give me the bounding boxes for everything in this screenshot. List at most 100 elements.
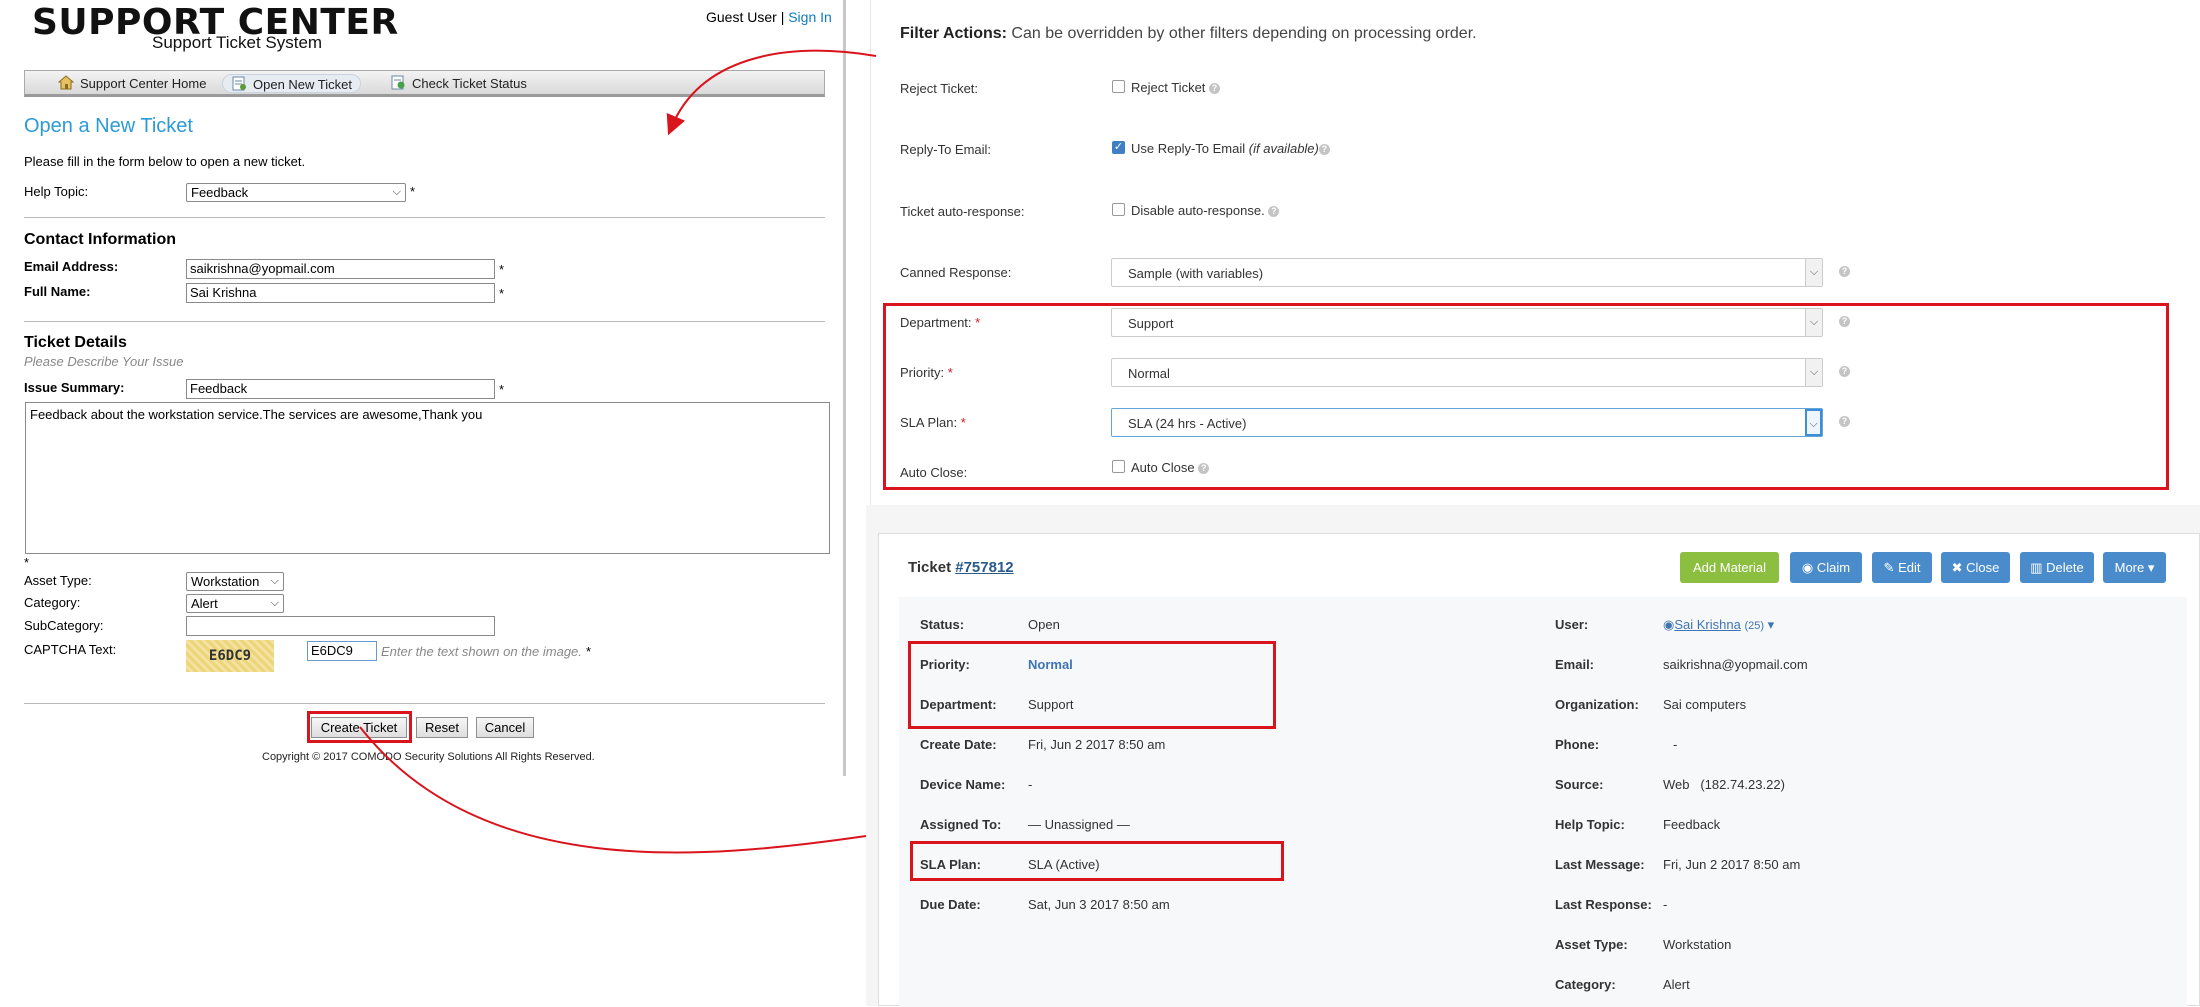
last-response-key: Last Response: xyxy=(1555,897,1652,912)
divider xyxy=(24,321,825,322)
subcategory-field[interactable] xyxy=(186,616,495,636)
asset-type-value: Workstation xyxy=(1663,937,1732,952)
reply-cb-label: Use Reply-To Email (if available)? xyxy=(1131,141,1330,156)
organization-key: Organization: xyxy=(1555,697,1639,712)
intro-text: Please fill in the form below to open a … xyxy=(24,154,306,169)
ticket-title: Ticket #757812 xyxy=(908,559,1014,576)
source-value: Web (182.74.23.22) xyxy=(1663,777,1785,792)
ticket-panel: Ticket #757812 Add Material ◉ Claim ✎ Ed… xyxy=(866,505,2200,1007)
add-material-button[interactable]: Add Material xyxy=(1680,552,1779,583)
captcha-image: E6DC9 xyxy=(186,640,274,672)
help-topic-select[interactable]: Feedback ⌵ xyxy=(186,183,406,202)
message-textarea[interactable]: Feedback about the workstation service.T… xyxy=(25,402,830,554)
chevron-down-icon: ⌵ xyxy=(392,186,401,198)
ticket-card: Ticket #757812 Add Material ◉ Claim ✎ Ed… xyxy=(878,533,2200,1007)
create-date-value: Fri, Jun 2 2017 8:50 am xyxy=(1028,737,1166,752)
last-response-value: - xyxy=(1663,897,1668,912)
help-topic-label: Help Topic: xyxy=(24,184,89,199)
status-key: Status: xyxy=(920,617,965,632)
cancel-button[interactable]: Cancel xyxy=(476,717,534,738)
brand-subtitle: Support Ticket System xyxy=(152,33,323,52)
sign-in-link[interactable]: Sign In xyxy=(788,9,832,25)
reply-label: Reply-To Email: xyxy=(900,142,992,157)
delete-button[interactable]: ▥ Delete xyxy=(2020,552,2094,583)
reject-cb-text: Reject Ticket xyxy=(1131,80,1206,95)
organization-value: Sai computers xyxy=(1663,697,1747,712)
nav-check-status[interactable]: Check Ticket Status xyxy=(382,74,535,93)
due-date-key: Due Date: xyxy=(920,897,981,912)
asset-type-select[interactable]: Workstation ⌵ xyxy=(186,572,284,591)
ticket-title-prefix: Ticket xyxy=(908,559,956,576)
copyright: Copyright © 2017 COMODO Security Solutio… xyxy=(262,751,595,763)
reset-button[interactable]: Reset xyxy=(416,717,468,738)
source-key: Source: xyxy=(1555,777,1604,792)
phone-value: - xyxy=(1673,737,1678,752)
reply-cb-note: (if available) xyxy=(1248,141,1319,156)
filter-title-rest: Can be overridden by other filters depen… xyxy=(1006,25,1477,42)
contact-heading: Contact Information xyxy=(24,231,176,248)
nav-bar: Support Center Home Open New Ticket Chec… xyxy=(24,70,825,97)
create-date-key: Create Date: xyxy=(920,737,997,752)
caret-down-icon: ▾ xyxy=(2147,560,2155,575)
category-key: Category: xyxy=(1555,977,1616,992)
help-topic-key: Help Topic: xyxy=(1555,817,1625,832)
user-name[interactable]: Sai Krishna xyxy=(1674,617,1740,632)
help-icon[interactable]: ? xyxy=(1839,266,1850,277)
device-name-value: - xyxy=(1028,777,1033,792)
page-title: Open a New Ticket xyxy=(24,115,193,137)
autoresp-checkbox[interactable] xyxy=(1112,203,1125,216)
asset-type-label: Asset Type: xyxy=(24,573,92,588)
user-box: Guest User | Sign In xyxy=(706,9,832,25)
fullname-label: Full Name: xyxy=(24,284,91,299)
category-select[interactable]: Alert ⌵ xyxy=(186,594,284,613)
details-heading: Ticket Details xyxy=(24,334,127,351)
required-mark: * xyxy=(499,286,505,301)
last-message-value: Fri, Jun 2 2017 8:50 am xyxy=(1663,857,1801,872)
ticket-number-link[interactable]: #757812 xyxy=(955,559,1013,576)
assigned-to-key: Assigned To: xyxy=(920,817,1002,832)
chevron-down-icon: ⌵ xyxy=(270,575,279,587)
divider xyxy=(24,217,825,218)
trash-icon: ▥ xyxy=(2030,560,2043,575)
autoresp-label: Ticket auto-response: xyxy=(900,204,1025,219)
new-ticket-icon xyxy=(232,76,246,91)
status-value: Open xyxy=(1028,617,1060,632)
reject-checkbox[interactable] xyxy=(1112,80,1125,93)
nav-open-ticket[interactable]: Open New Ticket xyxy=(222,74,361,93)
category-label: Category: xyxy=(24,595,81,610)
ticket-status-icon xyxy=(391,75,405,90)
last-message-key: Last Message: xyxy=(1555,857,1645,872)
filter-title-bold: Filter Actions: xyxy=(900,25,1007,42)
help-topic-value: Feedback xyxy=(191,185,249,200)
highlight-box-priority-dept xyxy=(908,641,1276,729)
asset-type-key: Asset Type: xyxy=(1555,937,1628,952)
required-mark: * xyxy=(499,382,505,397)
edit-button[interactable]: ✎ Edit xyxy=(1872,552,1932,583)
help-icon[interactable]: ? xyxy=(1318,144,1330,156)
canned-value: Sample (with variables) xyxy=(1128,266,1264,281)
category-value: Alert xyxy=(1663,977,1690,992)
help-icon[interactable]: ? xyxy=(1268,206,1280,218)
canned-select[interactable]: Sample (with variables) ⌵ xyxy=(1111,258,1823,287)
more-button[interactable]: More ▾ xyxy=(2103,552,2166,583)
required-mark: * xyxy=(24,555,30,570)
subcategory-label: SubCategory: xyxy=(24,618,104,633)
filter-actions-panel: Filter Actions: Can be overridden by oth… xyxy=(870,0,2200,505)
reply-checkbox[interactable]: ✓ xyxy=(1112,141,1125,154)
nav-support-home[interactable]: Support Center Home xyxy=(50,74,214,93)
device-name-key: Device Name: xyxy=(920,777,1006,792)
captcha-input[interactable]: E6DC9 xyxy=(307,641,377,661)
user-circle-icon: ◉ xyxy=(1801,560,1814,575)
help-icon[interactable]: ? xyxy=(1209,83,1221,95)
ticket-details-grid: Status: Open Priority: Normal Department… xyxy=(899,597,2187,1007)
divider xyxy=(24,703,825,704)
edit-label: Edit xyxy=(1898,560,1921,575)
email-field[interactable]: saikrishna@yopmail.com xyxy=(186,259,495,279)
claim-button[interactable]: ◉ Claim xyxy=(1790,552,1862,583)
fullname-field[interactable]: Sai Krishna xyxy=(186,283,495,303)
summary-field[interactable]: Feedback xyxy=(186,379,495,399)
user-key: User: xyxy=(1555,617,1589,632)
claim-label: Claim xyxy=(1816,560,1851,575)
close-button[interactable]: ✖ Close xyxy=(1941,552,2010,583)
user-value[interactable]: ◉Sai Krishna (25) ▾ xyxy=(1663,617,1774,633)
